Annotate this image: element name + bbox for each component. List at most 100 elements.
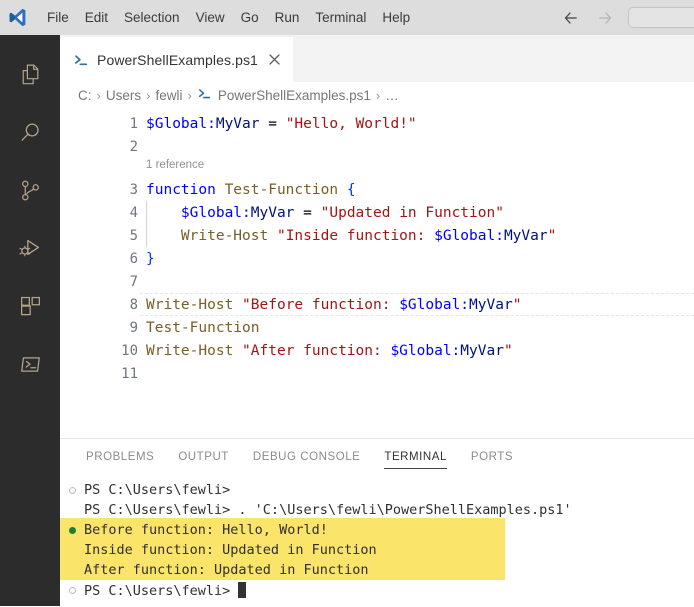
tab-problems[interactable]: PROBLEMS — [86, 439, 154, 474]
tab-powershellexamples-ps1[interactable]: PowerShellExamples.ps1 — [60, 37, 293, 82]
menu-item-selection[interactable]: Selection — [116, 6, 188, 30]
arrow-right-icon — [596, 9, 614, 27]
menu-item-terminal[interactable]: Terminal — [307, 6, 374, 30]
code-line[interactable]: 9 Test-Function — [60, 316, 694, 339]
code-line[interactable]: 3 function Test-Function { — [60, 178, 694, 201]
terminal-text: PS C:\Users\fewli> — [84, 482, 231, 498]
terminal-line: After function: Updated in Function — [60, 560, 694, 580]
code-token: Write-Host — [180, 227, 269, 244]
code-line[interactable]: 7 — [60, 270, 694, 293]
code-token: MyVar — [503, 227, 548, 244]
code-token: " — [503, 342, 513, 359]
code-token: $Global: — [434, 227, 504, 244]
tab-debug-console[interactable]: DEBUG CONSOLE — [253, 439, 360, 474]
menu-bar: File Edit Selection View Go Run Terminal… — [39, 0, 418, 35]
code-token: $Global: — [390, 342, 461, 359]
menu-item-view[interactable]: View — [188, 6, 233, 30]
tab-label: PowerShellExamples.ps1 — [97, 51, 258, 68]
code-line[interactable]: 5 Write-Host "Inside function: $Global:M… — [60, 224, 694, 247]
code-token: MyVar — [460, 342, 504, 359]
arrow-left-icon[interactable] — [562, 9, 580, 27]
code-token: Test-Function — [224, 181, 339, 198]
code-token: $Global: — [146, 115, 216, 132]
terminal-output[interactable]: PS C:\Users\fewli> PS C:\Users\fewli> . '… — [60, 474, 694, 607]
line-number: 9 — [129, 319, 138, 336]
sidebar-item-terminal[interactable] — [0, 335, 60, 393]
code-token: { — [346, 181, 356, 198]
chevron-right-icon: › — [96, 87, 101, 103]
code-line[interactable]: 6} — [60, 247, 694, 270]
chevron-right-icon: › — [146, 87, 151, 103]
breadcrumb-item-file[interactable]: PowerShellExamples.ps1 — [197, 86, 371, 104]
code-line[interactable]: 2 — [60, 135, 694, 158]
code-line[interactable]: 1 $Global:MyVar = "Hello, World!" — [60, 112, 694, 135]
command-decoration-idle[interactable] — [66, 486, 78, 494]
code-token: "Inside function: — [276, 227, 435, 244]
terminal-text: PS C:\Users\fewli> . 'C:\Users\fewli\Pow… — [84, 502, 572, 518]
code-text: Write-Host "Inside function: $Global:MyV… — [146, 228, 556, 244]
editor-group: PowerShellExamples.ps1 C: › Users › fewl… — [60, 35, 694, 607]
menu-item-file[interactable]: File — [39, 6, 77, 30]
code-editor[interactable]: 1 $Global:MyVar = "Hello, World!" 2 1 refer… — [60, 108, 694, 438]
close-icon[interactable] — [267, 52, 283, 68]
menu-item-run[interactable]: Run — [267, 6, 308, 30]
sidebar-item-search[interactable] — [0, 103, 60, 161]
code-text: Test-Function — [146, 320, 260, 336]
sidebar-item-run-and-debug[interactable] — [0, 219, 60, 277]
code-text: $Global:MyVar = "Hello, World!" — [146, 116, 417, 132]
terminal-icon — [18, 352, 43, 377]
terminal-line: PS C:\Users\fewli> — [60, 580, 694, 600]
run-and-debug-icon — [18, 236, 43, 261]
codelens-label[interactable]: 1 reference — [146, 159, 204, 171]
idle-dot-icon — [68, 586, 76, 594]
code-text: function Test-Function { — [146, 182, 356, 198]
command-center-search-input[interactable] — [628, 7, 694, 28]
code-token: MyVar — [469, 296, 513, 313]
line-number: 7 — [129, 273, 138, 290]
breadcrumb-item-users[interactable]: Users — [106, 88, 141, 103]
line-number: 5 — [129, 227, 138, 244]
code-line[interactable]: 8 Write-Host "Before function: $Global:My… — [60, 293, 694, 316]
powershell-file-icon — [73, 52, 89, 68]
code-token: "Updated in Function" — [320, 204, 504, 221]
code-line[interactable]: 10 Write-Host "After function: $Global:My… — [60, 339, 694, 362]
breadcrumb-item-symbol[interactable]: … — [385, 88, 399, 103]
code-line[interactable]: 4 $Global:MyVar = "Updated in Function" — [60, 201, 694, 224]
code-token: function — [146, 181, 216, 198]
tab-output[interactable]: OUTPUT — [178, 439, 229, 474]
bottom-panel: PROBLEMS OUTPUT DEBUG CONSOLE TERMINAL P… — [60, 438, 694, 607]
tab-ports[interactable]: PORTS — [471, 439, 513, 474]
command-decoration-ok[interactable] — [66, 526, 78, 534]
line-number: 11 — [121, 365, 138, 382]
code-token: = — [303, 204, 312, 221]
terminal-line: Before function: Hello, World! — [60, 520, 694, 540]
indent-guide — [146, 201, 147, 247]
terminal-text: Inside function: Updated in Function — [84, 542, 377, 558]
menu-item-edit[interactable]: Edit — [77, 6, 116, 30]
line-number: 3 — [129, 181, 138, 198]
command-decoration-idle[interactable] — [66, 586, 78, 594]
menu-item-help[interactable]: Help — [374, 6, 418, 30]
code-text: } — [146, 251, 155, 267]
breadcrumb-item-fewli[interactable]: fewli — [155, 88, 182, 103]
terminal-text: After function: Updated in Function — [84, 562, 369, 578]
code-token: MyVar — [250, 204, 295, 221]
code-line[interactable]: 11 — [60, 362, 694, 385]
sidebar-item-explorer[interactable] — [0, 45, 60, 103]
code-text: Write-Host "After function: $Global:MyVa… — [146, 343, 513, 359]
editor-tab-bar: PowerShellExamples.ps1 — [60, 35, 694, 83]
vscode-window: File Edit Selection View Go Run Terminal… — [0, 0, 694, 607]
sidebar-item-extensions[interactable] — [0, 277, 60, 335]
code-token: " — [547, 227, 557, 244]
tab-terminal[interactable]: TERMINAL — [384, 439, 447, 474]
breadcrumb-item-drive[interactable]: C: — [78, 88, 92, 103]
sidebar-item-source-control[interactable] — [0, 161, 60, 219]
code-token: Write-Host — [146, 296, 234, 313]
menu-item-go[interactable]: Go — [233, 6, 267, 30]
